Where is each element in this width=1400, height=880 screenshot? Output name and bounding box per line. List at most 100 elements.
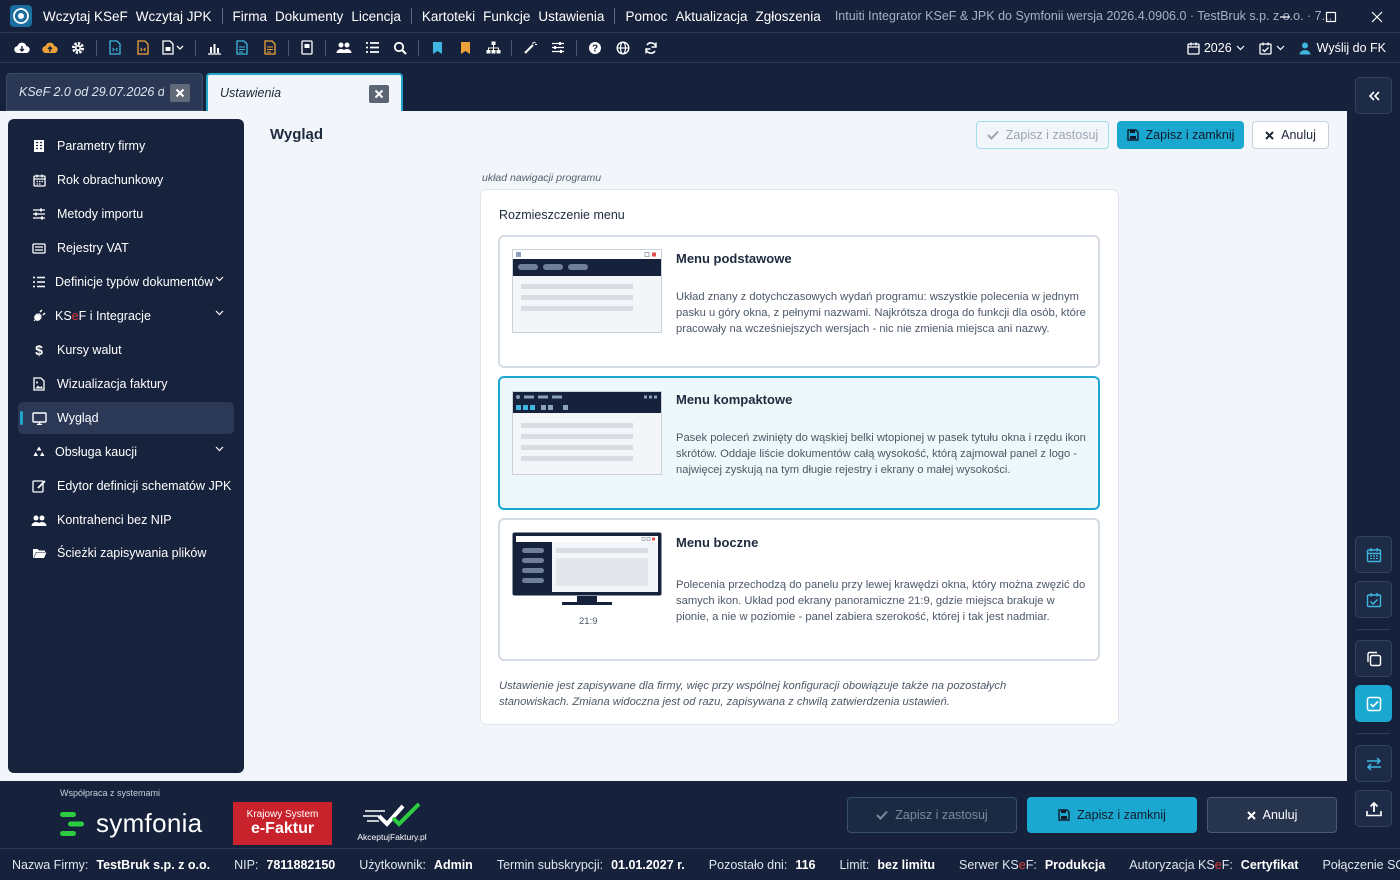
xml-file-icon[interactable] — [101, 34, 129, 62]
ksef-logo-top: Krajowy System — [246, 809, 319, 820]
menu-firma[interactable]: Firma — [229, 9, 272, 24]
maximize-button[interactable] — [1308, 0, 1354, 33]
sidebar-item-wyglad[interactable]: Wygląd — [18, 402, 234, 434]
sitemap-icon[interactable] — [479, 34, 507, 62]
gear-icon[interactable] — [64, 34, 92, 62]
tab-settings[interactable]: Ustawienia — [206, 73, 403, 111]
list-icon[interactable] — [358, 34, 386, 62]
footer-save-close-button[interactable]: Zapisz i zamknij — [1027, 797, 1197, 833]
toolbar-separator — [96, 39, 97, 56]
globe-icon[interactable] — [609, 34, 637, 62]
rail-tasks-button[interactable] — [1355, 685, 1392, 722]
cloud-upload-icon[interactable] — [36, 34, 64, 62]
menu-wczytaj-jpk[interactable]: Wczytaj JPK — [132, 9, 216, 24]
sidebar-item-metody-importu[interactable]: Metody importu — [18, 198, 234, 230]
tab-label: KSeF 2.0 od 29.07.2026 do 2 — [19, 85, 164, 99]
save-close-button[interactable]: Zapisz i zamknij — [1117, 121, 1244, 149]
search-icon[interactable] — [386, 34, 414, 62]
option-menu-podstawowe[interactable]: Menu podstawowe Układ znany z dotychczas… — [498, 235, 1100, 368]
sidebar-item-kursy-walut[interactable]: $ Kursy walut — [18, 334, 234, 366]
card-title: Rozmieszczenie menu — [499, 208, 625, 222]
ksef-logo: Krajowy System e-Faktur — [233, 802, 332, 845]
menu-funkcje[interactable]: Funkcje — [479, 9, 534, 24]
rail-transfer-button[interactable] — [1355, 745, 1392, 782]
year-selector[interactable]: 2026 — [1187, 41, 1245, 55]
sidebar-item-obsluga-kaucji[interactable]: Obsługa kaucji — [18, 436, 234, 468]
bar-chart-icon[interactable] — [200, 34, 228, 62]
period-selector[interactable] — [1259, 42, 1285, 55]
tab-ksef-documents[interactable]: KSeF 2.0 od 29.07.2026 do 2 — [6, 73, 203, 111]
archive-icon[interactable] — [293, 34, 321, 62]
bookmark-blue-icon[interactable] — [423, 34, 451, 62]
page-title: Wygląd — [270, 126, 324, 143]
ksef-logo-bottom: e-Faktur — [250, 820, 315, 837]
status-user: Użytkownik: Admin — [359, 857, 473, 872]
menu-wczytaj-ksef[interactable]: Wczytaj KSeF — [39, 9, 132, 24]
sliders-icon[interactable] — [544, 34, 572, 62]
sidebar-item-kontrahenci-bez-nip[interactable]: Kontrahenci bez NIP — [18, 504, 234, 536]
menu-zgloszenia[interactable]: Zgłoszenia — [752, 9, 825, 24]
menu-ustawienia[interactable]: Ustawienia — [534, 9, 608, 24]
close-tab-button[interactable] — [369, 85, 389, 103]
jpk-file-icon[interactable] — [129, 34, 157, 62]
apply-button[interactable]: Zapisz i zastosuj — [976, 121, 1109, 149]
settings-sidebar: Parametry firmy Rok obrachunkowy Metody … — [8, 119, 244, 773]
send-to-fk-button[interactable]: Wyślij do FK — [1299, 41, 1386, 55]
akceptuj-faktury-logo: AkceptujFaktury.pl — [354, 801, 430, 847]
menu-licencja[interactable]: Licencja — [347, 9, 405, 24]
menu-kartoteki[interactable]: Kartoteki — [418, 9, 479, 24]
sidebar-item-wizualizacja-faktury[interactable]: Wizualizacja faktury — [18, 368, 234, 400]
footer-apply-button[interactable]: Zapisz i zastosuj — [847, 797, 1017, 833]
menu-aktualizacja[interactable]: Aktualizacja — [671, 9, 751, 24]
minimize-button[interactable] — [1262, 0, 1308, 33]
refresh-icon[interactable] — [637, 34, 665, 62]
rail-calendar-button[interactable] — [1355, 536, 1392, 573]
option-menu-kompaktowe[interactable]: Menu kompaktowe Pasek poleceń zwinięty d… — [498, 376, 1100, 510]
send-to-fk-label: Wyślij do FK — [1316, 41, 1386, 55]
footer-cancel-button[interactable]: Anuluj — [1207, 797, 1337, 833]
sidebar-item-label: Metody importu — [57, 207, 144, 221]
document-icon[interactable] — [228, 34, 256, 62]
magic-wand-icon[interactable] — [516, 34, 544, 62]
plug-icon — [31, 308, 47, 324]
sidebar-item-definicje-typow[interactable]: Definicje typów dokumentów — [18, 266, 234, 298]
cancel-button[interactable]: Anuluj — [1252, 121, 1329, 149]
close-tab-button[interactable] — [170, 84, 190, 102]
chevron-down-icon — [1236, 45, 1245, 51]
option-menu-boczne[interactable]: 21:9 Menu boczne Polecenia przechodzą do… — [498, 518, 1100, 661]
calendar-check-icon — [1366, 592, 1381, 607]
sidebar-item-label: Ścieżki zapisywania plików — [57, 546, 207, 560]
cloud-download-icon[interactable] — [8, 34, 36, 62]
menu-dokumenty[interactable]: Dokumenty — [271, 9, 347, 24]
help-icon[interactable]: ? — [581, 34, 609, 62]
sidebar-item-parametry-firmy[interactable]: Parametry firmy — [18, 130, 234, 162]
checkbox-icon — [1366, 696, 1381, 711]
sidebar-item-rok-obrachunkowy[interactable]: Rok obrachunkowy — [18, 164, 234, 196]
chevron-down-icon — [215, 310, 224, 316]
rail-calendar-check-button[interactable] — [1355, 581, 1392, 618]
users-icon — [31, 512, 47, 528]
menu-pomoc[interactable]: Pomoc — [621, 9, 671, 24]
sidebar-item-ksef-integracje[interactable]: KSeF i Integracje — [18, 300, 234, 332]
option-description: Układ znany z dotychczasowych wydań prog… — [676, 291, 1086, 335]
sidebar-item-rejestry-vat[interactable]: Rejestry VAT — [18, 232, 234, 264]
toolbar-separator — [418, 39, 419, 56]
sidebar-item-edytor-jpk[interactable]: Edytor definicji schematów JPK — [18, 470, 234, 502]
sidebar-item-label: Wizualizacja faktury — [57, 377, 168, 391]
folder-icon — [31, 545, 47, 561]
sidebar-item-sciezki-plikow[interactable]: Ścieżki zapisywania plików — [18, 537, 234, 569]
toolbar-right: 2026 Wyślij do FK — [1187, 33, 1386, 63]
users-icon[interactable] — [330, 34, 358, 62]
file-dropdown-icon[interactable] — [157, 34, 191, 62]
chevron-down-icon — [1276, 45, 1285, 51]
status-ksef-server: Serwer KS e F: Produkcja — [959, 857, 1106, 872]
collapse-rail-button[interactable] — [1355, 77, 1392, 114]
close-window-button[interactable] — [1354, 0, 1400, 33]
document-orange-icon[interactable] — [256, 34, 284, 62]
sidebar-item-label: Rok obrachunkowy — [57, 173, 164, 187]
rail-copy-button[interactable] — [1355, 640, 1392, 677]
rail-upload-button[interactable] — [1355, 790, 1392, 827]
sidebar-item-label: KSeF i Integracje — [55, 309, 151, 323]
footer-save-close-label: Zapisz i zamknij — [1077, 808, 1166, 822]
bookmark-orange-icon[interactable] — [451, 34, 479, 62]
